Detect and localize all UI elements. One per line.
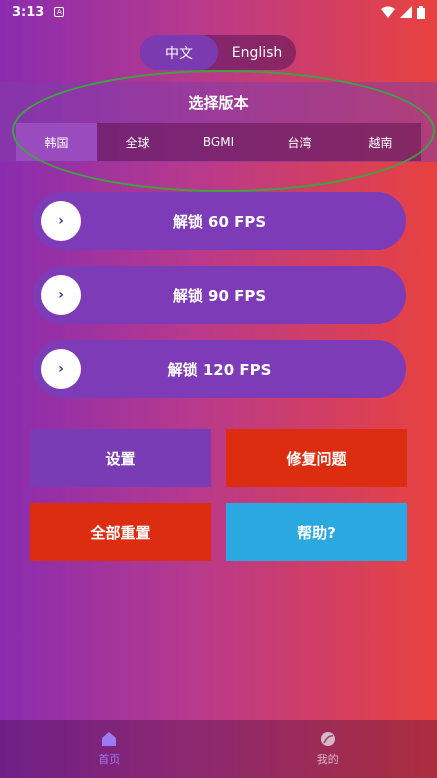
status-time: 3:13 xyxy=(12,4,45,20)
notification-icon: A xyxy=(54,7,65,17)
status-icons xyxy=(381,5,425,19)
unlock-60fps-button[interactable]: › 解锁 60 FPS xyxy=(33,192,406,250)
settings-button[interactable]: 设置 xyxy=(30,429,211,487)
version-tab-bgmi[interactable]: BGMI xyxy=(178,123,259,161)
signal-icon xyxy=(400,6,412,18)
wifi-icon xyxy=(381,6,395,18)
version-tab-taiwan[interactable]: 台湾 xyxy=(259,123,340,161)
reset-all-button[interactable]: 全部重置 xyxy=(30,503,211,561)
repair-button[interactable]: 修复问题 xyxy=(226,429,407,487)
nav-home[interactable]: 首页 xyxy=(0,720,219,778)
profile-icon xyxy=(320,732,335,746)
help-button[interactable]: 帮助? xyxy=(226,503,407,561)
lang-chinese-button[interactable]: 中文 xyxy=(140,35,218,70)
version-tab-global[interactable]: 全球 xyxy=(97,123,178,161)
status-bar: 3:13 A xyxy=(0,0,437,24)
unlock-120fps-label: 解锁 120 FPS xyxy=(167,360,272,379)
lang-english-button[interactable]: English xyxy=(218,35,296,70)
version-tabs: 韩国 全球 BGMI 台湾 越南 xyxy=(16,123,421,161)
version-panel: 选择版本 韩国 全球 BGMI 台湾 越南 xyxy=(0,82,437,162)
nav-mine[interactable]: 我的 xyxy=(219,720,437,778)
arrow-right-icon: › xyxy=(41,349,81,389)
bottom-nav: 首页 我的 xyxy=(0,720,437,778)
unlock-120fps-button[interactable]: › 解锁 120 FPS xyxy=(33,340,406,398)
arrow-right-icon: › xyxy=(41,201,81,241)
unlock-60fps-label: 解锁 60 FPS xyxy=(172,212,267,231)
version-tab-korea[interactable]: 韩国 xyxy=(16,123,97,161)
arrow-right-icon: › xyxy=(41,275,81,315)
nav-mine-label: 我的 xyxy=(316,753,339,766)
version-tab-vietnam[interactable]: 越南 xyxy=(340,123,421,161)
home-icon xyxy=(102,732,117,746)
language-toggle: 中文 English xyxy=(140,35,296,70)
unlock-90fps-label: 解锁 90 FPS xyxy=(172,286,267,305)
unlock-90fps-button[interactable]: › 解锁 90 FPS xyxy=(33,266,406,324)
version-title: 选择版本 xyxy=(188,94,249,112)
battery-icon xyxy=(417,5,425,19)
nav-home-label: 首页 xyxy=(98,753,121,766)
